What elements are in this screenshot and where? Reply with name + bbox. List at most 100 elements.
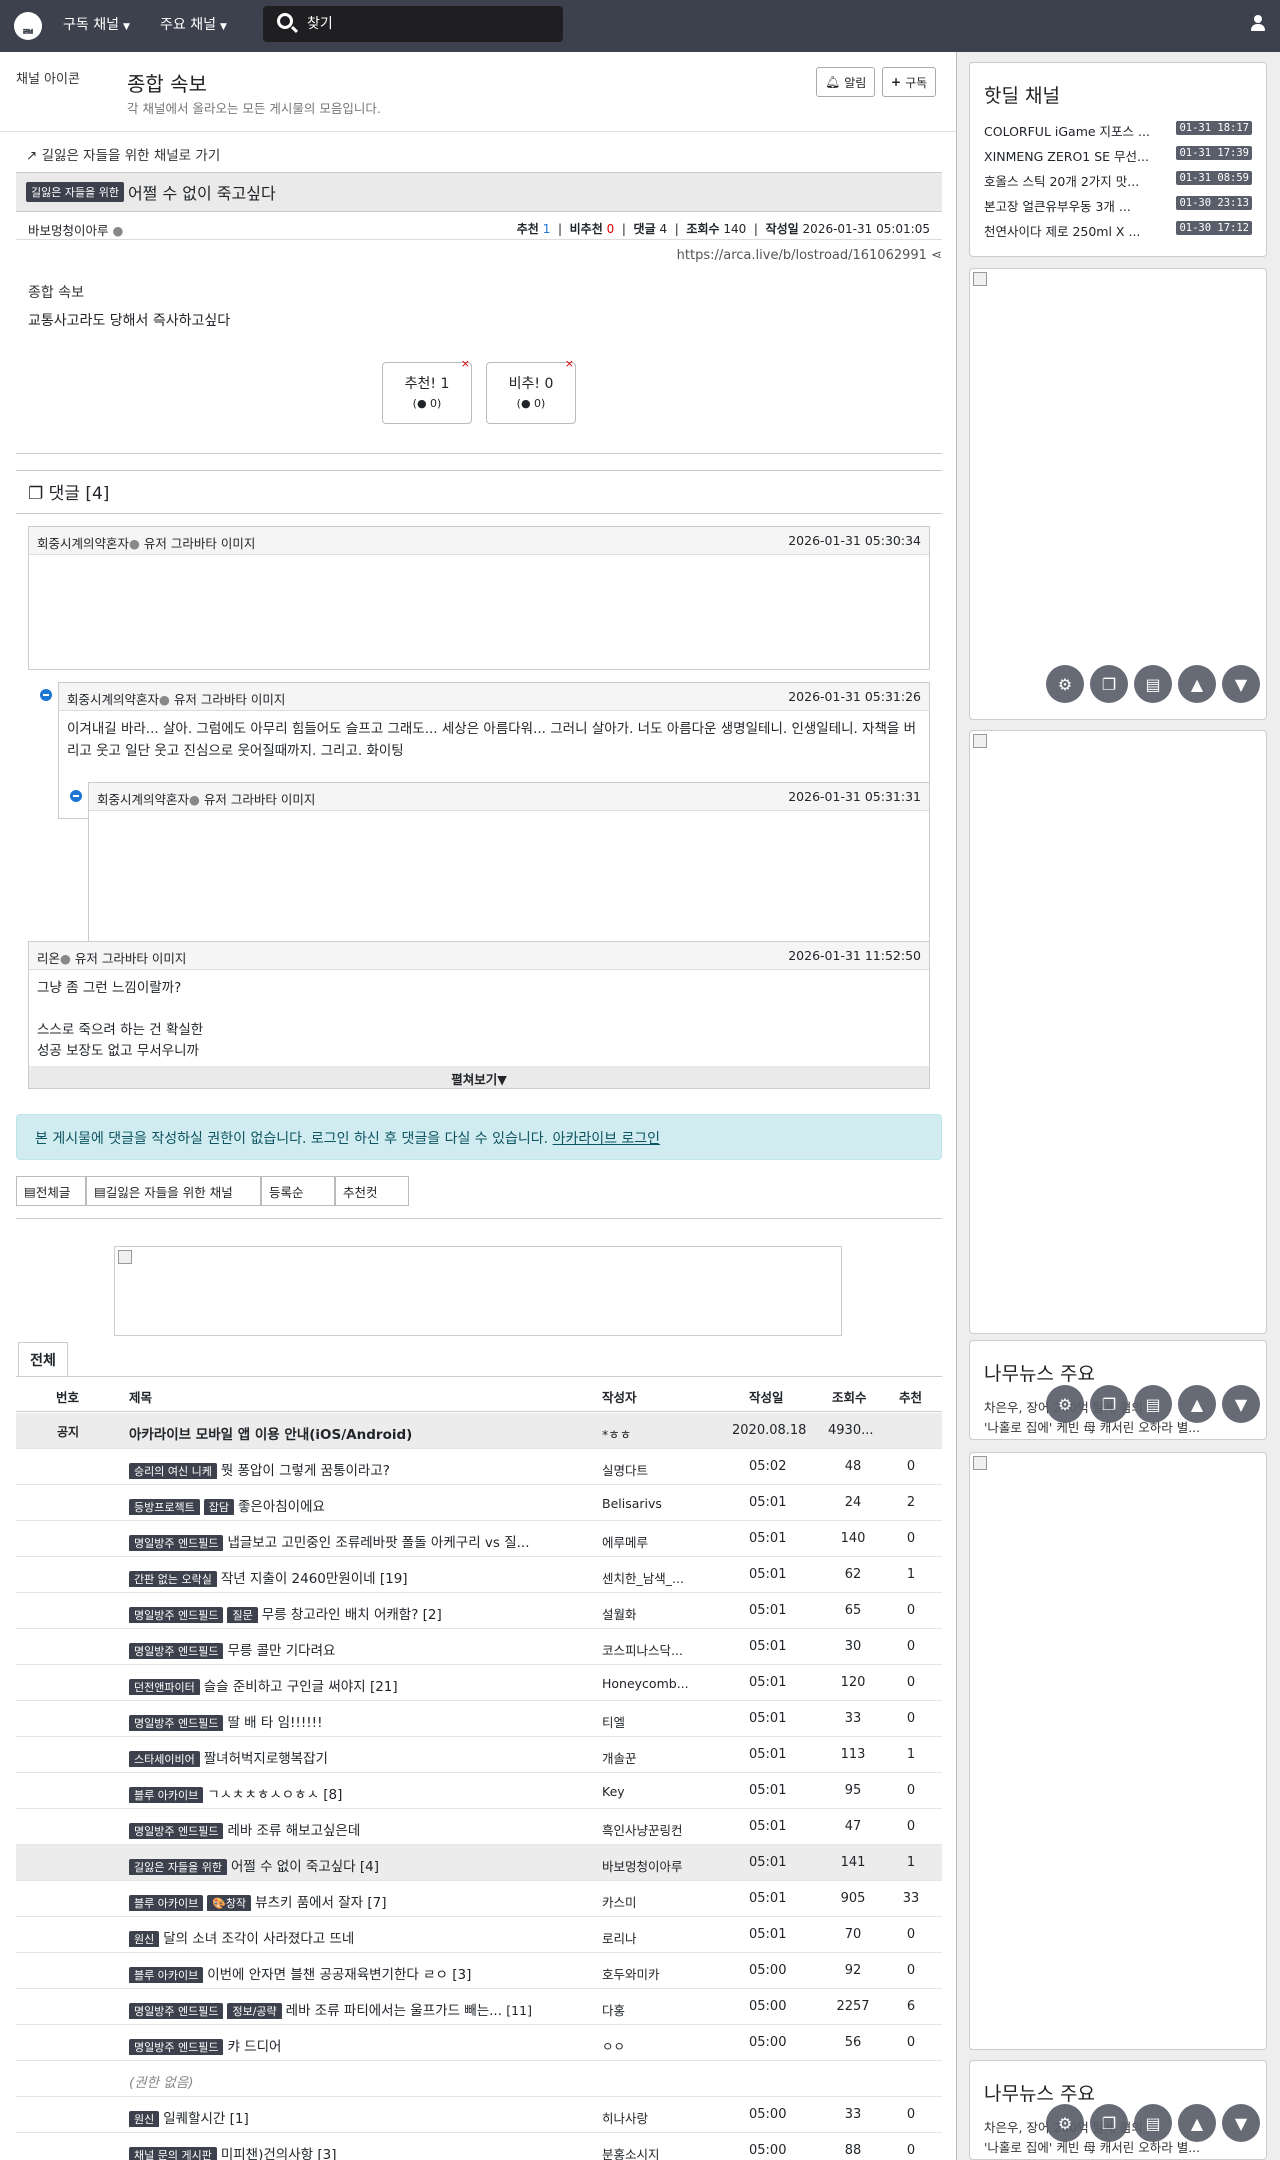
row-author[interactable]: *ㅎㅎ	[602, 1424, 631, 1443]
category-badge[interactable]: 명일방주 엔드필드	[129, 1823, 224, 1839]
post-category-badge[interactable]: 길잃은 자들을 위한	[26, 182, 124, 202]
list-icon[interactable]: ▤	[1134, 1385, 1172, 1423]
table-row[interactable]: 명일방주 엔드필드 캬 드디어 ㅇㅇ 05:00 56 0	[16, 2025, 942, 2061]
row-title[interactable]: 아카라이브 모바일 앱 이용 안내(iOS/Android)	[129, 1423, 412, 1443]
category-badge[interactable]: 명일방주 엔드필드	[129, 1643, 224, 1659]
table-row[interactable]: 등방프로젝트 잡담 좋은아침이에요 Belisarivs 05:01 24 2	[16, 1485, 942, 1521]
search-box[interactable]	[263, 6, 563, 42]
row-title[interactable]: 블루 아카이브 🎨창작 뷰츠키 품에서 잘자 [7]	[129, 1891, 589, 1911]
deal-item[interactable]: 천연사이다 제로 250ml X ... 01-30 17:12	[984, 221, 1252, 241]
upvote-button[interactable]: × 추천! 1 (● 0)	[382, 357, 472, 424]
comment-author[interactable]: 리온● 유저 그라바타 이미지	[37, 948, 186, 967]
deal-title[interactable]: 천연사이다 제로 250ml X ...	[984, 221, 1168, 240]
table-row[interactable]: 스타세이비어 짤녀허벅지로행복잡기 개솔꾼 05:01 113 1	[16, 1737, 942, 1773]
table-row[interactable]: 명일방주 엔드필드 레바 조류 해보고싶은데 흑인사냥꾼링컨 05:01 47 0	[16, 1809, 942, 1845]
category-badge[interactable]: 원신	[129, 2111, 160, 2127]
subscribed-channels-menu[interactable]: 구독 채널 ▼	[63, 14, 130, 34]
subcategory-badge[interactable]: 질문	[227, 1607, 258, 1623]
row-title[interactable]: 등방프로젝트 잡담 좋은아침이에요	[129, 1495, 589, 1515]
category-badge[interactable]: 블루 아카이브	[129, 1895, 204, 1911]
post-url[interactable]: https://arca.live/b/lostroad/161062991 ⋖	[677, 248, 942, 263]
deal-item[interactable]: XINMENG ZERO1 SE 무선... 01-31 17:39	[984, 146, 1252, 166]
row-title-text[interactable]: (권한 없음)	[129, 2075, 194, 2091]
subcategory-badge[interactable]: 정보/공략	[227, 2003, 282, 2019]
post-author[interactable]: 바보멍청이아루 ●	[28, 220, 123, 239]
comments-icon[interactable]: ❐	[1090, 1385, 1128, 1423]
row-title-text[interactable]: 레바 조류 파티에서는 울프가드 빼는...	[286, 2003, 502, 2019]
category-badge[interactable]: 명일방주 엔드필드	[129, 1715, 224, 1731]
row-title[interactable]: 명일방주 엔드필드 딸 배 타 임!!!!!!	[129, 1711, 589, 1731]
row-title-text[interactable]: 냅글보고 고민중인 조류레바팟 폴돌 아케구리 vs 질...	[227, 1535, 529, 1551]
scroll-down-icon[interactable]: ▼	[1222, 1385, 1260, 1423]
row-author[interactable]: 호두와미카	[602, 1964, 712, 1983]
row-title-text[interactable]: ㄱㅅㅊㅊㅎㅅㅇㅎㅅ [8]	[207, 1787, 342, 1803]
reply-icon[interactable]	[40, 689, 52, 701]
list-icon[interactable]: ▤	[1134, 665, 1172, 703]
row-author[interactable]: 흑인사냥꾼링컨	[602, 1820, 712, 1839]
scroll-down-icon[interactable]: ▼	[1222, 2104, 1260, 2142]
table-row[interactable]: 명일방주 엔드필드 무릉 콜만 기다려요 코스피나스닥... 05:01 30 0	[16, 1629, 942, 1665]
comment-author[interactable]: 회중시계의약혼자● 유저 그라바타 이미지	[67, 689, 285, 708]
main-channels-menu[interactable]: 주요 채널 ▼	[160, 14, 227, 34]
subscribe-button[interactable]: + 구독	[882, 67, 937, 97]
category-badge[interactable]: 명일방주 엔드필드	[129, 1607, 224, 1623]
row-title-text[interactable]: 캬 드디어	[227, 2039, 281, 2055]
news-title[interactable]: 나무뉴스 주요	[984, 2079, 1095, 2106]
notice-row[interactable]: 공지 아카라이브 모바일 앱 이용 안내(iOS/Android) *ㅎㅎ 20…	[16, 1413, 942, 1449]
row-title[interactable]: 원신 달의 소녀 조각이 사라졌다고 뜨네	[129, 1927, 589, 1947]
scroll-up-icon[interactable]: ▲	[1178, 665, 1216, 703]
settings-icon[interactable]: ⚙	[1046, 665, 1084, 703]
row-title[interactable]: 명일방주 엔드필드 질문 무릉 창고라인 배치 어캐함? [2]	[129, 1603, 589, 1623]
scroll-up-icon[interactable]: ▲	[1178, 2104, 1216, 2142]
deal-item[interactable]: 호올스 스틱 20개 2가지 맛... 01-31 08:59	[984, 171, 1252, 191]
scroll-down-icon[interactable]: ▼	[1222, 665, 1260, 703]
user-icon[interactable]	[1250, 15, 1266, 33]
category-badge[interactable]: 블루 아카이브	[129, 1787, 204, 1803]
row-author[interactable]: 센치한_남색_...	[602, 1568, 712, 1587]
row-title[interactable]: 명일방주 엔드필드 레바 조류 해보고싶은데	[129, 1819, 589, 1839]
category-badge[interactable]: 원신	[129, 1931, 160, 1947]
row-author[interactable]: 카스미	[602, 1892, 712, 1911]
tab-all-posts[interactable]: ▤ 전체글	[16, 1176, 86, 1206]
row-title-text[interactable]: 슬슬 준비하고 구인글 써야지 [21]	[204, 1679, 398, 1695]
site-logo[interactable]: ᆲ	[14, 12, 42, 40]
ad-sidebar-1[interactable]	[969, 268, 1267, 720]
row-title[interactable]: 명일방주 엔드필드 냅글보고 고민중인 조류레바팟 폴돌 아케구리 vs 질...	[129, 1531, 589, 1551]
tab-order[interactable]: 등록순	[261, 1176, 335, 1206]
table-row[interactable]: 채널 문의 게시판 미피챈)건의사항 [3] 분홍소시지 05:00 88 0	[16, 2133, 942, 2160]
search-input[interactable]	[307, 14, 547, 34]
row-author[interactable]: Honeycomb...	[602, 1676, 712, 1691]
share-icon[interactable]: ⋖	[931, 248, 942, 263]
table-row[interactable]: 명일방주 엔드필드 냅글보고 고민중인 조류레바팟 폴돌 아케구리 vs 질...…	[16, 1521, 942, 1557]
row-title-text[interactable]: 작년 지출이 2460만원이네 [19]	[221, 1571, 408, 1587]
row-title[interactable]: 길잃은 자들을 위한 어쩔 수 없이 죽고싶다 [4]	[129, 1855, 589, 1875]
row-author[interactable]: 바보멍청이아루	[602, 1856, 712, 1875]
row-title[interactable]: 승리의 여신 니케 뭣 퐁압이 그렇게 꿈통이라고?	[129, 1459, 589, 1479]
tab-list-all[interactable]: 전체	[18, 1342, 68, 1376]
back-to-channel-link[interactable]: ↗ 길잃은 자들을 위한 채널로 가기	[26, 144, 220, 164]
deal-title[interactable]: 호올스 스틱 20개 2가지 맛...	[984, 171, 1168, 190]
row-author[interactable]: 히나사랑	[602, 2108, 712, 2127]
search-icon[interactable]	[277, 13, 293, 29]
row-author[interactable]: 실명다트	[602, 1460, 712, 1479]
row-title-text[interactable]: 달의 소녀 조각이 사라졌다고 뜨네	[163, 1931, 354, 1947]
hotdeal-title[interactable]: 핫딜 채널	[984, 81, 1060, 108]
expand-button[interactable]: 펼쳐보기▼	[29, 1066, 929, 1088]
table-row[interactable]: 간판 없는 오락실 작년 지출이 2460만원이네 [19] 센치한_남색_... 0…	[16, 1557, 942, 1593]
ad-sidebar-2[interactable]	[969, 730, 1267, 1334]
row-title[interactable]: 간판 없는 오락실 작년 지출이 2460만원이네 [19]	[129, 1567, 589, 1587]
row-title[interactable]: 명일방주 엔드필드 무릉 콜만 기다려요	[129, 1639, 589, 1659]
comment-author[interactable]: 회중시계의약혼자● 유저 그라바타 이미지	[97, 789, 315, 808]
row-title[interactable]: 블루 아카이브 ㄱㅅㅊㅊㅎㅅㅇㅎㅅ [8]	[129, 1783, 589, 1803]
row-title[interactable]: 채널 문의 게시판 미피챈)건의사항 [3]	[129, 2143, 589, 2160]
row-title[interactable]: 원신 일퀘할시간 [1]	[129, 2107, 589, 2127]
table-row[interactable]: 블루 아카이브 🎨창작 뷰츠키 품에서 잘자 [7] 카스미 05:01 905 33	[16, 1881, 942, 1917]
category-badge[interactable]: 길잃은 자들을 위한	[129, 1859, 227, 1875]
news-title[interactable]: 나무뉴스 주요	[984, 1359, 1095, 1386]
row-title-text[interactable]: 레바 조류 해보고싶은데	[227, 1823, 360, 1839]
row-author[interactable]: 다홍	[602, 2000, 712, 2019]
table-row[interactable]: 명일방주 엔드필드 질문 무릉 창고라인 배치 어캐함? [2] 설월화 05:01 65…	[16, 1593, 942, 1629]
category-badge[interactable]: 명일방주 엔드필드	[129, 2039, 224, 2055]
comments-icon[interactable]: ❐	[1090, 665, 1128, 703]
subcategory-badge[interactable]: 잡담	[203, 1499, 234, 1515]
